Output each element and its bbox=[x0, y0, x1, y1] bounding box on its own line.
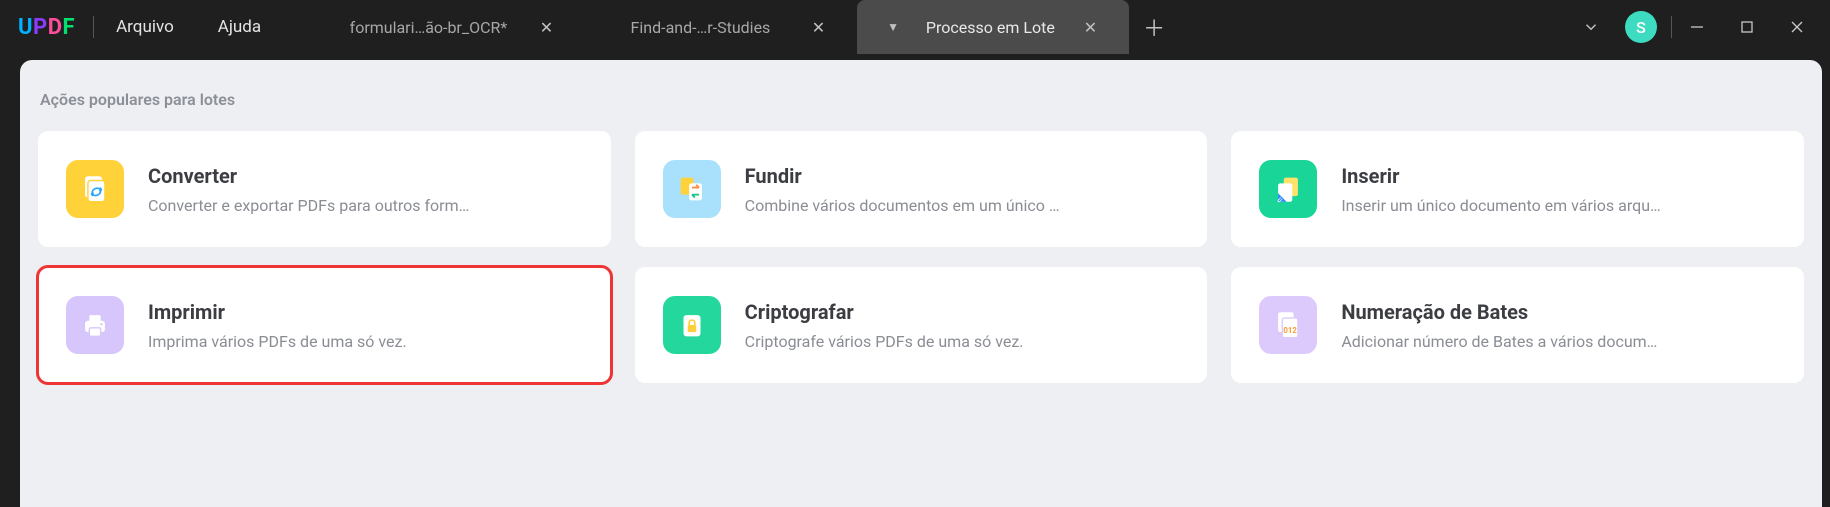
card-desc: Converter e exportar PDFs para outros fo… bbox=[148, 196, 469, 215]
card-title: Imprimir bbox=[148, 300, 407, 324]
tab-label: Processo em Lote bbox=[923, 18, 1058, 37]
menu-help[interactable]: Ajuda bbox=[196, 17, 283, 37]
card-title: Fundir bbox=[745, 164, 1060, 188]
card-merge[interactable]: Fundir Combine vários documentos em um ú… bbox=[635, 131, 1208, 247]
tab-label: formulari…ão-br_OCR* bbox=[343, 18, 514, 37]
app-logo: UPDF bbox=[0, 15, 93, 40]
card-convert[interactable]: Converter Converter e exportar PDFs para… bbox=[38, 131, 611, 247]
titlebar: UPDF Arquivo Ajuda formulari…ão-br_OCR* … bbox=[0, 0, 1830, 54]
close-icon[interactable]: ✕ bbox=[810, 18, 827, 37]
card-desc: Adicionar número de Bates a vários docum… bbox=[1341, 332, 1657, 351]
tab-bar: formulari…ão-br_OCR* ✕ Find-and-…r-Studi… bbox=[313, 0, 1571, 54]
tab-label: Find-and-…r-Studies bbox=[615, 18, 786, 37]
tab-3[interactable]: ▼ Processo em Lote ✕ bbox=[857, 0, 1129, 54]
card-bates[interactable]: 012 Numeração de Bates Adicionar número … bbox=[1231, 267, 1804, 383]
tab-1[interactable]: formulari…ão-br_OCR* ✕ bbox=[313, 0, 585, 54]
close-icon[interactable]: ✕ bbox=[538, 18, 555, 37]
maximize-button[interactable] bbox=[1722, 0, 1772, 54]
section-title: Ações populares para lotes bbox=[40, 90, 1804, 109]
card-desc: Combine vários documentos em um único … bbox=[745, 196, 1060, 215]
avatar[interactable]: S bbox=[1625, 11, 1657, 43]
expand-down-icon[interactable] bbox=[1571, 18, 1611, 36]
tab-2[interactable]: Find-and-…r-Studies ✕ bbox=[585, 0, 857, 54]
convert-icon bbox=[66, 160, 124, 218]
svg-text:012: 012 bbox=[1284, 326, 1298, 335]
lock-icon bbox=[663, 296, 721, 354]
card-desc: Inserir um único documento em vários arq… bbox=[1341, 196, 1660, 215]
card-title: Inserir bbox=[1341, 164, 1660, 188]
print-icon bbox=[66, 296, 124, 354]
chevron-down-icon[interactable]: ▼ bbox=[887, 20, 899, 34]
new-tab-button[interactable]: ＋ bbox=[1129, 0, 1179, 54]
minimize-button[interactable] bbox=[1672, 0, 1722, 54]
page-content: Ações populares para lotes Converter Con… bbox=[20, 60, 1822, 507]
insert-icon bbox=[1259, 160, 1317, 218]
card-desc: Imprima vários PDFs de uma só vez. bbox=[148, 332, 407, 351]
card-desc: Criptografe vários PDFs de uma só vez. bbox=[745, 332, 1024, 351]
card-title: Criptografar bbox=[745, 300, 1024, 324]
card-insert[interactable]: Inserir Inserir um único documento em vá… bbox=[1231, 131, 1804, 247]
card-title: Converter bbox=[148, 164, 469, 188]
card-encrypt[interactable]: Criptografar Criptografe vários PDFs de … bbox=[635, 267, 1208, 383]
menu-file[interactable]: Arquivo bbox=[94, 17, 196, 37]
close-icon[interactable]: ✕ bbox=[1082, 18, 1099, 37]
card-title: Numeração de Bates bbox=[1341, 300, 1657, 324]
card-grid: Converter Converter e exportar PDFs para… bbox=[38, 131, 1804, 383]
bates-icon: 012 bbox=[1259, 296, 1317, 354]
close-window-button[interactable] bbox=[1772, 0, 1822, 54]
card-print[interactable]: Imprimir Imprima vários PDFs de uma só v… bbox=[38, 267, 611, 383]
merge-icon bbox=[663, 160, 721, 218]
window-controls: S bbox=[1571, 0, 1830, 54]
